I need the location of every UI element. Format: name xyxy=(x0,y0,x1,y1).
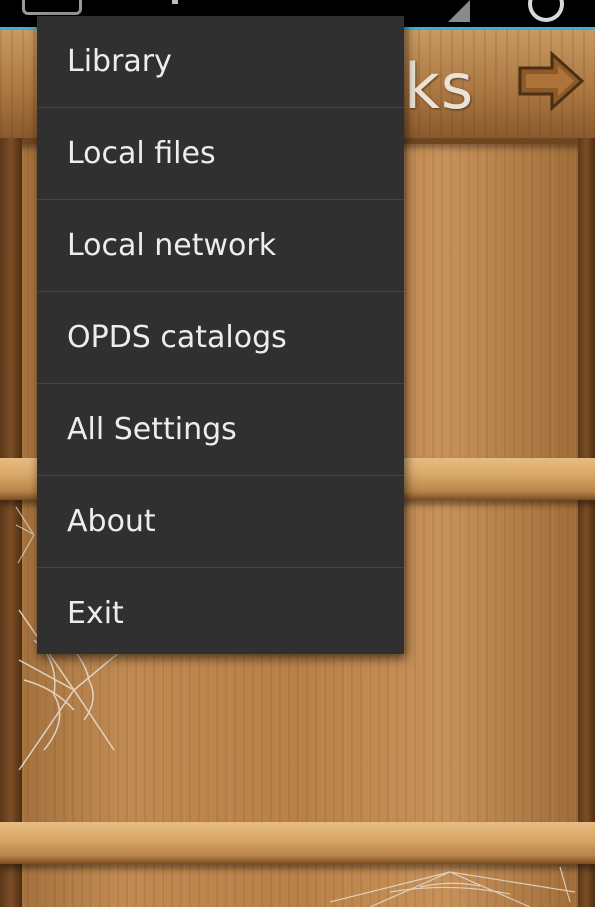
menu-item-about[interactable]: About xyxy=(37,476,404,568)
overflow-menu: Library Local files Local network OPDS c… xyxy=(37,16,404,654)
shelf-title[interactable]: ks xyxy=(404,50,474,123)
menu-item-library[interactable]: Library xyxy=(37,16,404,108)
menu-item-opds-catalogs[interactable]: OPDS catalogs xyxy=(37,292,404,384)
signal-icon xyxy=(448,0,470,22)
shelf-board xyxy=(0,822,595,864)
sync-icon xyxy=(528,0,564,22)
menu-item-all-settings[interactable]: All Settings xyxy=(37,384,404,476)
menu-item-local-files[interactable]: Local files xyxy=(37,108,404,200)
menu-item-exit[interactable]: Exit xyxy=(37,568,404,659)
menu-item-local-network[interactable]: Local network xyxy=(37,200,404,292)
arrow-right-icon[interactable] xyxy=(516,50,586,112)
shelf-side-right xyxy=(578,138,595,907)
cobweb-decoration xyxy=(330,866,576,907)
notification-dot xyxy=(172,0,178,4)
app-icon xyxy=(22,0,82,15)
